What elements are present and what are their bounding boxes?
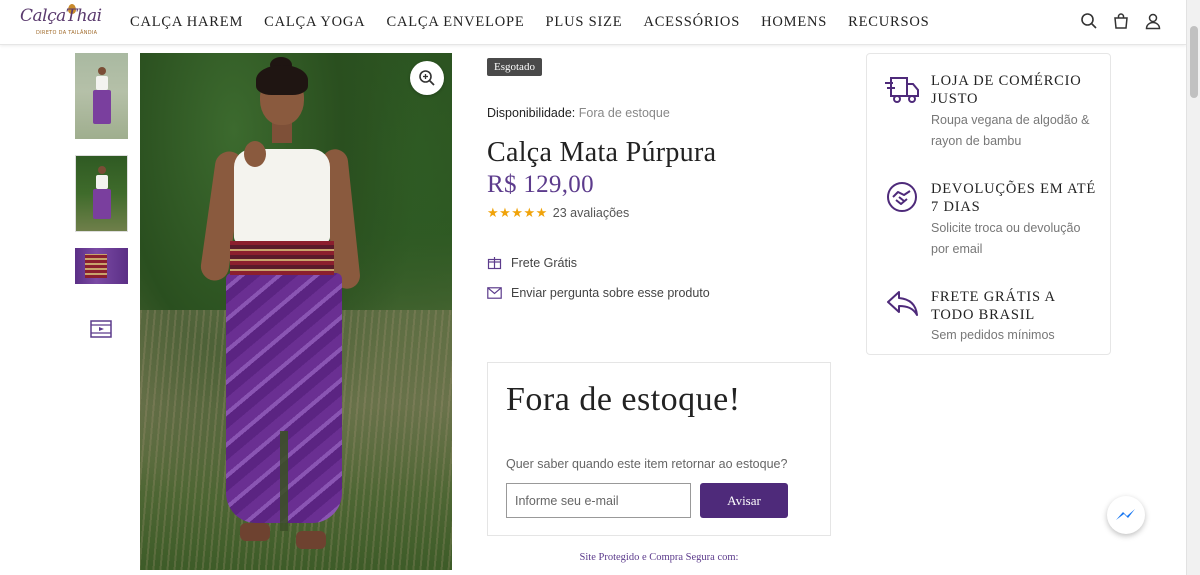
truck-icon: [885, 77, 919, 103]
thumbnail-list: [75, 53, 128, 345]
handshake-icon: [887, 182, 917, 212]
zoom-icon: [419, 70, 435, 86]
thumbnail-2-figure: [92, 166, 111, 219]
free-shipping-label: Frete Grátis: [511, 255, 577, 270]
logo-text: CalçaThai: [20, 6, 102, 26]
out-of-stock-title: Fora de estoque!: [506, 381, 741, 418]
main-nav: CALÇA HAREM CALÇA YOGA CALÇA ENVELOPE PL…: [130, 14, 950, 31]
availability-label: Disponibilidade:: [487, 106, 576, 120]
benefits-panel: LOJA DE COMÉRCIO JUSTO Roupa vegana de a…: [866, 53, 1111, 355]
scrollbar-thumb[interactable]: [1190, 26, 1198, 98]
secure-site-text: Site Protegido e Compra Segura com:: [579, 552, 739, 563]
nav-homens[interactable]: HOMENS: [761, 14, 827, 31]
zoom-button[interactable]: [410, 61, 444, 95]
product-rating[interactable]: ★★★★★ 23 avaliações: [487, 205, 831, 221]
sold-out-badge: Esgotado: [487, 58, 542, 76]
benefit-text: Sem pedidos mínimos: [931, 328, 1055, 342]
messenger-chat-button[interactable]: [1107, 496, 1145, 534]
free-shipping-row: Frete Grátis: [487, 255, 831, 270]
return-arrow-icon: [887, 291, 918, 316]
page-scrollbar[interactable]: [1186, 0, 1200, 575]
thumbnail-3-belt-detail: [85, 254, 107, 278]
nav-calca-yoga[interactable]: CALÇA YOGA: [264, 14, 365, 31]
nav-acessorios[interactable]: ACESSÓRIOS: [643, 14, 740, 31]
product-price: R$ 129,00: [487, 171, 594, 198]
rating-stars: ★★★★★: [487, 205, 548, 220]
bag-icon[interactable]: [1112, 12, 1130, 30]
logo-tagline: DIRETO DA TAILÂNDIA: [36, 30, 98, 36]
ask-question-link[interactable]: Enviar pergunta sobre esse produto: [511, 286, 710, 300]
availability-value: Fora de estoque: [578, 106, 670, 120]
review-count[interactable]: 23 avaliações: [553, 206, 629, 220]
nav-calca-envelope[interactable]: CALÇA ENVELOPE: [386, 14, 524, 31]
product-title: Calça Mata Púrpura: [487, 137, 717, 168]
product-main-image[interactable]: [140, 53, 452, 570]
email-field[interactable]: [506, 483, 691, 518]
video-icon[interactable]: [90, 318, 112, 340]
header-icons: [1080, 12, 1162, 30]
benefit-title: LOJA DE COMÉRCIO JUSTO: [931, 73, 1082, 107]
messenger-icon: [1116, 509, 1135, 520]
user-icon[interactable]: [1144, 12, 1162, 30]
gift-icon: [487, 257, 502, 270]
notify-button[interactable]: Avisar: [700, 483, 788, 518]
model-figure: [199, 57, 380, 561]
thumbnail-1-figure: [92, 67, 111, 124]
benefit-text: Solicite troca ou devolução por email: [931, 221, 1081, 256]
restock-question: Quer saber quando este item retornar ao …: [506, 457, 788, 471]
envelope-icon: [487, 287, 502, 299]
availability: Disponibilidade: Fora de estoque: [487, 106, 831, 120]
thumbnail-1[interactable]: [75, 53, 128, 139]
product-info: Esgotado Disponibilidade: Fora de estoqu…: [487, 57, 831, 300]
search-icon[interactable]: [1080, 12, 1098, 30]
thumbnail-3[interactable]: [75, 248, 128, 284]
nav-calca-harem[interactable]: CALÇA HAREM: [130, 14, 243, 31]
benefit-title: DEVOLUÇÕES EM ATÉ 7 DIAS: [931, 181, 1097, 215]
nav-recursos[interactable]: RECURSOS: [848, 14, 929, 31]
ask-question-row[interactable]: Enviar pergunta sobre esse produto: [487, 286, 831, 300]
benefit-text: Roupa vegana de algodão & rayon de bambu: [931, 113, 1090, 148]
out-of-stock-box: Fora de estoque! Quer saber quando este …: [487, 362, 831, 536]
site-logo[interactable]: CalçaThai DIRETO DA TAILÂNDIA: [18, 4, 102, 40]
nav-plus-size[interactable]: PLUS SIZE: [546, 14, 623, 31]
benefit-title: FRETE GRÁTIS A TODO BRASIL: [931, 289, 1055, 323]
thumbnail-2[interactable]: [75, 155, 128, 232]
site-header: CalçaThai DIRETO DA TAILÂNDIA CALÇA HARE…: [0, 0, 1186, 45]
